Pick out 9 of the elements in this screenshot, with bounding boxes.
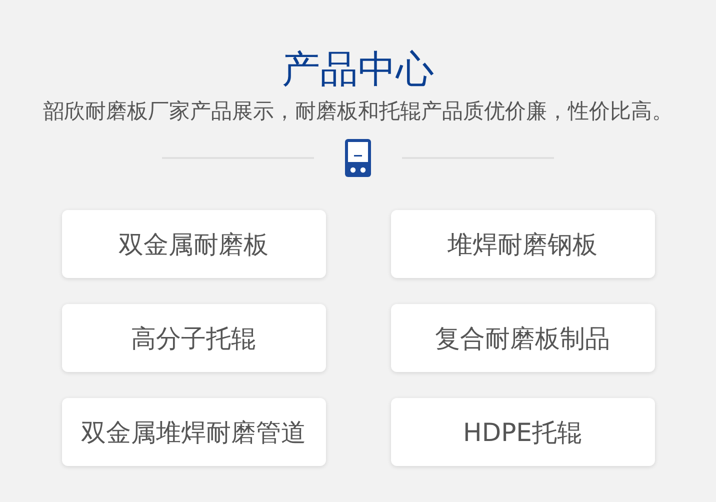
product-category-link[interactable]: 双金属堆焊耐磨管道	[62, 398, 326, 466]
product-category-link[interactable]: 高分子托辊	[62, 304, 326, 372]
section-subtitle: 韶欣耐磨板厂家产品展示，耐磨板和托辊产品质优价廉，性价比高。	[43, 98, 673, 125]
product-category-link[interactable]: HDPE托辊	[390, 398, 654, 466]
product-category-link[interactable]: 堆焊耐磨钢板	[390, 210, 654, 278]
device-icon	[344, 138, 372, 178]
product-category-link[interactable]: 双金属耐磨板	[62, 210, 326, 278]
section-title: 产品中心	[282, 46, 434, 93]
product-category-link[interactable]: 复合耐磨板制品	[390, 304, 654, 372]
